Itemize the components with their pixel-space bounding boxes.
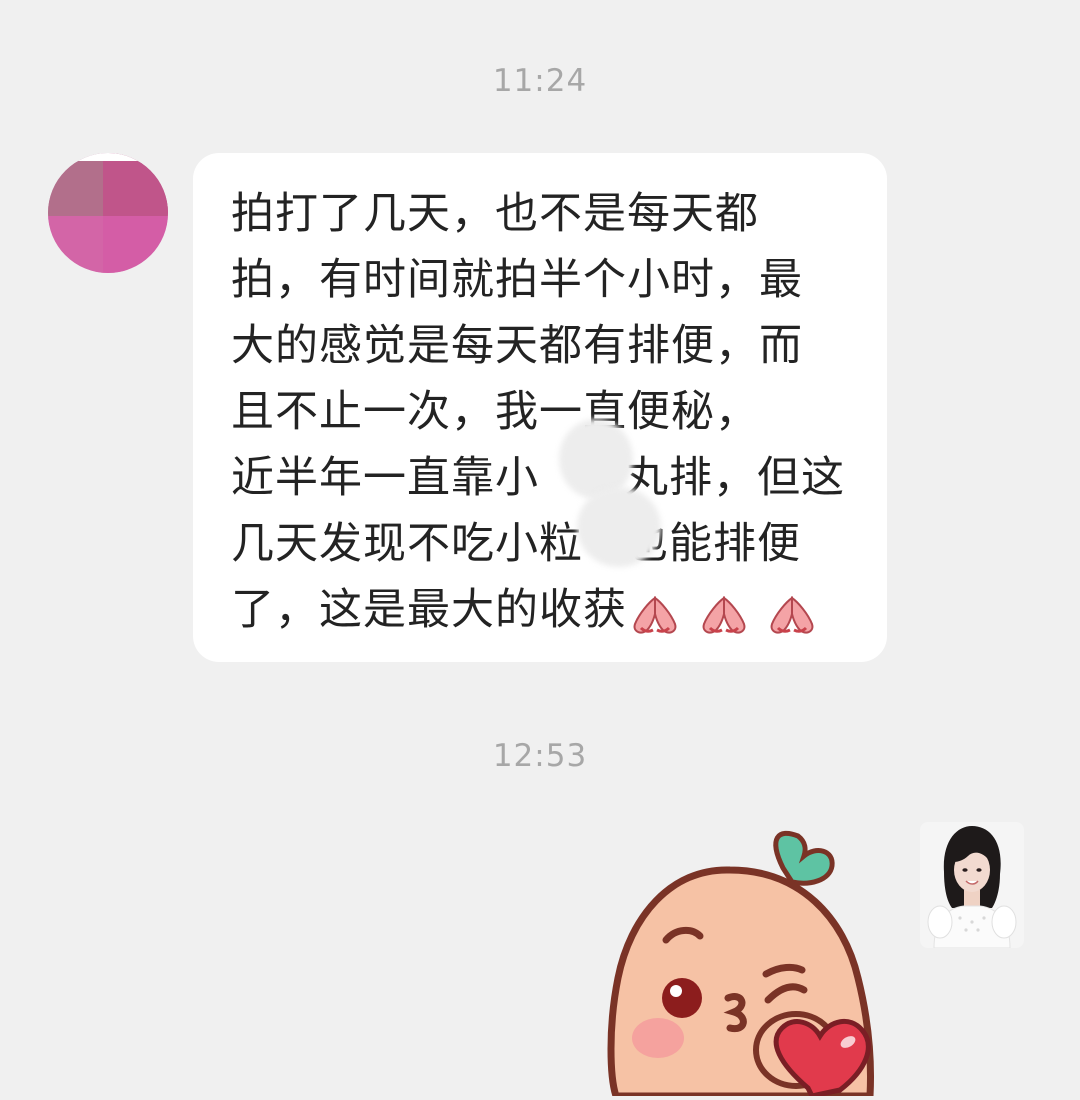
- avatar-outgoing[interactable]: [920, 822, 1024, 948]
- message-line: 拍，有时间就拍半个小时，最: [231, 255, 803, 305]
- timestamp: 11:24: [492, 63, 588, 99]
- message-line: 了，这是最大的收获: [231, 577, 877, 643]
- avatar-pixel: [103, 216, 168, 273]
- peach-kiss-heart-sticker[interactable]: [600, 828, 890, 1100]
- message-line: 近半年一直靠小 丸排，但这: [231, 445, 877, 511]
- message-line-part: 丸排，但这: [625, 453, 845, 503]
- praying-hands-icon: [633, 596, 677, 634]
- avatar-pixel: [48, 161, 103, 216]
- message-line: 拍打了几天，也不是每天都: [231, 189, 759, 239]
- redaction-blur: [577, 487, 661, 567]
- avatar-incoming[interactable]: [48, 153, 168, 273]
- message-line: 且不止一次，我一直便秘，: [231, 387, 759, 437]
- message-line: 大的感觉是每天都有排便，而: [231, 321, 803, 371]
- praying-hands-icon: [702, 596, 746, 634]
- message-line-part: 了，这是最大的收获: [231, 585, 627, 635]
- avatar-pixel: [103, 161, 168, 216]
- avatar-pixel: [48, 216, 103, 273]
- avatar-pixel: [48, 153, 168, 161]
- incoming-message-bubble[interactable]: 拍打了几天，也不是每天都 拍，有时间就拍半个小时，最 大的感觉是每天都有排便，而…: [193, 153, 887, 662]
- message-line: 几天发现不吃小粒 也能排便: [231, 511, 877, 577]
- emoji-group: [629, 580, 820, 646]
- message-line-part: 几天发现不吃小粒: [231, 519, 583, 569]
- message-line-part: 近半年一直靠小: [231, 453, 539, 503]
- timestamp: 12:53: [492, 738, 588, 774]
- praying-hands-icon: [770, 596, 814, 634]
